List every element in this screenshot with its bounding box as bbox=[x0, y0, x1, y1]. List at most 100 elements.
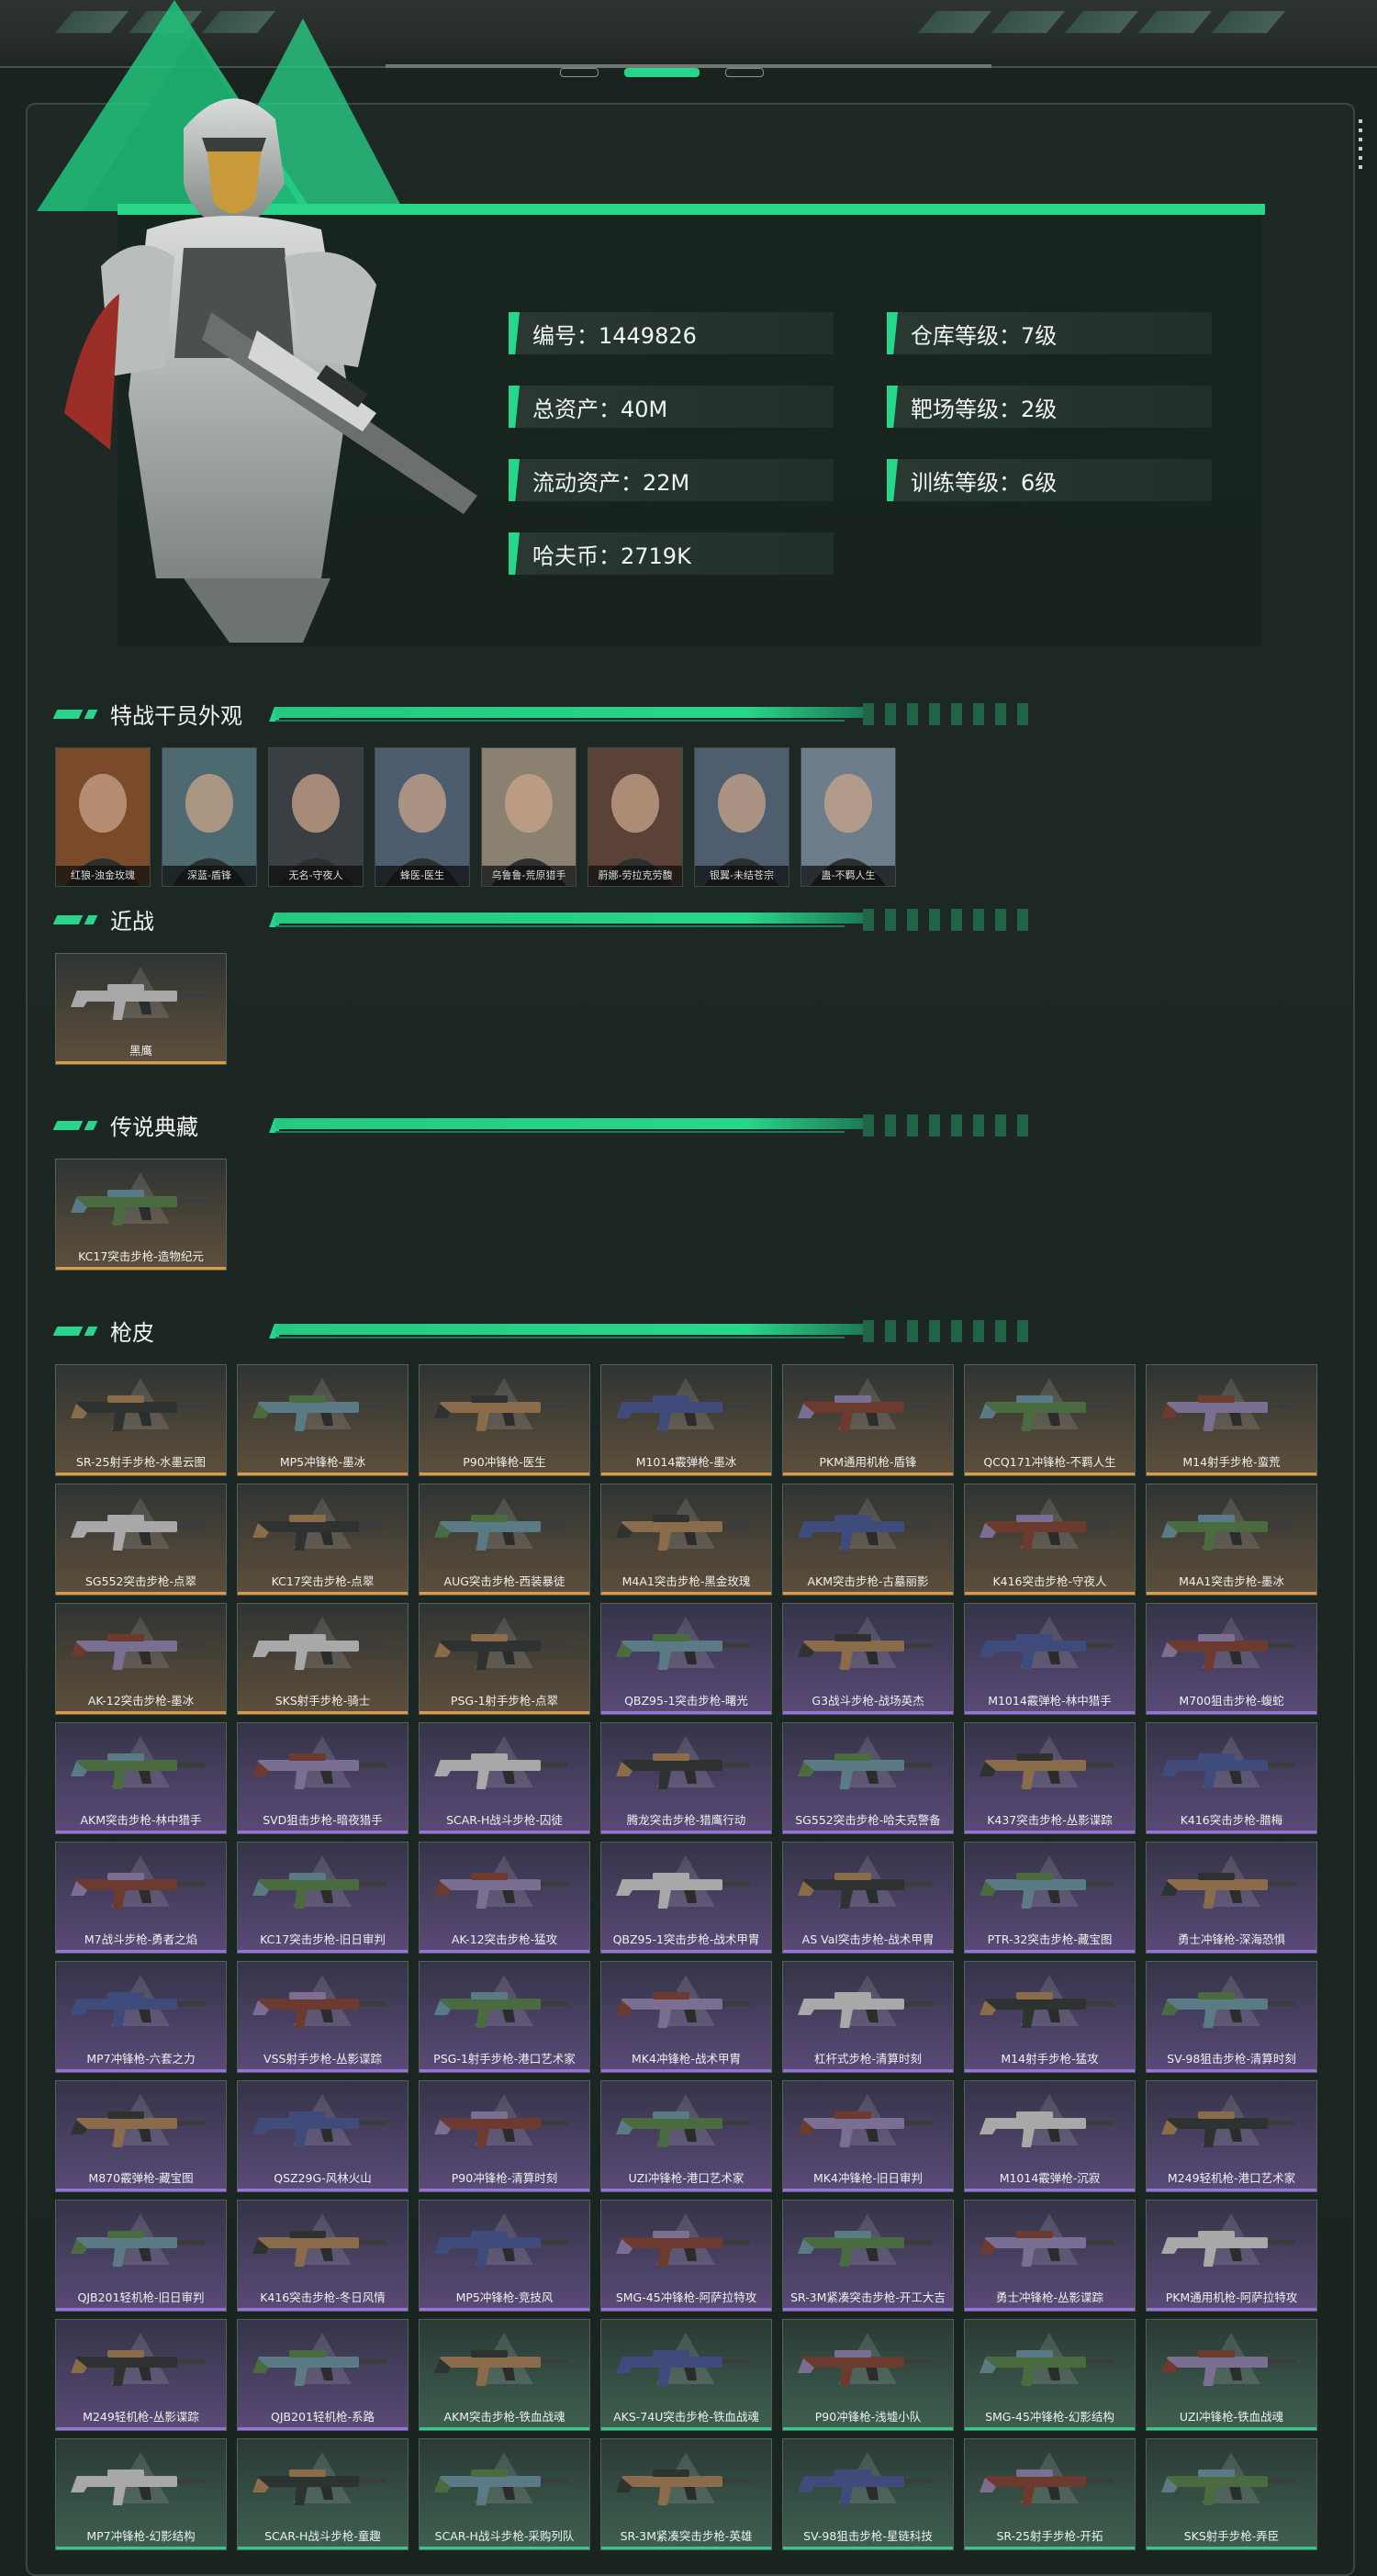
weapon-skin-card[interactable]: AS Val突击步枪-战术甲胄 bbox=[782, 1842, 954, 1954]
weapon-skin-card[interactable]: QSZ29G-风林火山 bbox=[237, 2080, 409, 2192]
weapon-skin-card[interactable]: SCAR-H战斗步枪-童趣 bbox=[237, 2438, 409, 2550]
weapon-skin-card[interactable]: SCAR-H战斗步枪-囚徒 bbox=[419, 1722, 590, 1834]
operator-skin-card[interactable]: 无名-守夜人 bbox=[268, 747, 364, 887]
weapon-skin-card[interactable]: KC17突击步枪-造物纪元 bbox=[55, 1159, 227, 1271]
weapon-skin-card[interactable]: SV-98狙击步枪-星链科技 bbox=[782, 2438, 954, 2550]
weapon-skin-card[interactable]: 杠杆式步枪-清算时刻 bbox=[782, 1961, 954, 2073]
operator-skin-card[interactable]: 深蓝-盾锋 bbox=[162, 747, 257, 887]
weapon-skin-card[interactable]: MP7冲锋枪-六套之力 bbox=[55, 1961, 227, 2073]
weapon-skin-card[interactable]: SKS射手步枪-骑士 bbox=[237, 1603, 409, 1715]
weapon-skin-card[interactable]: UZI冲锋枪-港口艺术家 bbox=[600, 2080, 772, 2192]
operator-skin-card[interactable]: 乌鲁鲁-荒原猎手 bbox=[481, 747, 577, 887]
weapon-skin-card[interactable]: SR-25射手步枪-开拓 bbox=[964, 2438, 1136, 2550]
weapon-skin-card[interactable]: AKM突击步枪-林中猎手 bbox=[55, 1722, 227, 1834]
weapon-skin-name: M14射手步枪-猛攻 bbox=[1001, 2052, 1099, 2066]
weapon-skin-card[interactable]: SCAR-H战斗步枪-采购列队 bbox=[419, 2438, 590, 2550]
weapon-skin-card[interactable]: MP5冲锋枪-竞技风 bbox=[419, 2200, 590, 2312]
weapon-skin-card[interactable]: PSG-1射手步枪-港口艺术家 bbox=[419, 1961, 590, 2073]
weapon-skin-card[interactable]: M700狙击步枪-蝮蛇 bbox=[1146, 1603, 1317, 1715]
weapon-skin-card[interactable]: UZI冲锋枪-铁血战魂 bbox=[1146, 2319, 1317, 2431]
weapon-skin-card[interactable]: SMG-45冲锋枪-阿萨拉特攻 bbox=[600, 2200, 772, 2312]
weapon-skin-card[interactable]: M249轻机枪-丛影谍踪 bbox=[55, 2319, 227, 2431]
weapon-skin-card[interactable]: MP7冲锋枪-幻影结构 bbox=[55, 2438, 227, 2550]
weapon-skin-card[interactable]: SG552突击步枪-哈夫克警备 bbox=[782, 1722, 954, 1834]
weapon-skin-card[interactable]: SR-25射手步枪-水墨云图 bbox=[55, 1364, 227, 1476]
weapon-skin-card[interactable]: 勇士冲锋枪-丛影谍踪 bbox=[964, 2200, 1136, 2312]
weapon-skin-card[interactable]: 腾龙突击步枪-猎鹰行动 bbox=[600, 1722, 772, 1834]
operator-skin-card[interactable]: 红狼-浊金玫瑰 bbox=[55, 747, 151, 887]
operator-skin-card[interactable]: 蔚娜-劳拉克劳馥 bbox=[588, 747, 683, 887]
weapon-skin-card[interactable]: SV-98狙击步枪-清算时刻 bbox=[1146, 1961, 1317, 2073]
weapon-skin-card[interactable]: 黑鹰 bbox=[55, 953, 227, 1065]
weapon-skin-name: QBZ95-1突击步枪-战术甲胄 bbox=[612, 1932, 760, 1946]
weapon-skin-card[interactable]: QJB201轻机枪-旧日审判 bbox=[55, 2200, 227, 2312]
operator-skin-name: 红狼-浊金玫瑰 bbox=[56, 866, 150, 886]
weapon-skin-card[interactable]: K416突击步枪-守夜人 bbox=[964, 1484, 1136, 1596]
weapon-icon bbox=[798, 1992, 932, 2028]
weapon-skin-card[interactable]: M7战斗步枪-勇者之焰 bbox=[55, 1842, 227, 1954]
weapon-skin-card[interactable]: AK-12突击步枪-墨冰 bbox=[55, 1603, 227, 1715]
weapon-skin-name: AKM突击步枪-古墓丽影 bbox=[807, 1574, 929, 1588]
weapon-skin-card[interactable]: QCQ171冲锋枪-不羁人生 bbox=[964, 1364, 1136, 1476]
weapon-skin-name: P90冲锋枪-清算时刻 bbox=[451, 2171, 558, 2185]
weapon-icon bbox=[1161, 1873, 1295, 1909]
weapon-skin-card[interactable]: PTR-32突击步枪-藏宝图 bbox=[964, 1842, 1136, 1954]
weapon-skin-card[interactable]: MK4冲锋枪-战术甲胄 bbox=[600, 1961, 772, 2073]
weapon-skin-card[interactable]: PSG-1射手步枪-点翠 bbox=[419, 1603, 590, 1715]
weapon-icon bbox=[252, 1515, 386, 1551]
weapon-skin-card[interactable]: KC17突击步枪-旧日审判 bbox=[237, 1842, 409, 1954]
operator-skin-card[interactable]: 银翼-未结苍宗 bbox=[694, 747, 789, 887]
weapon-skin-card[interactable]: M1014霰弹枪-墨冰 bbox=[600, 1364, 772, 1476]
weapon-skin-card[interactable]: QBZ95-1突击步枪-曙光 bbox=[600, 1603, 772, 1715]
weapon-skin-card[interactable]: P90冲锋枪-浅墟小队 bbox=[782, 2319, 954, 2431]
weapon-skin-card[interactable]: PKM通用机枪-阿萨拉特攻 bbox=[1146, 2200, 1317, 2312]
weapon-skin-card[interactable]: SMG-45冲锋枪-幻影结构 bbox=[964, 2319, 1136, 2431]
weapon-skin-card[interactable]: K437突击步枪-丛影谍踪 bbox=[964, 1722, 1136, 1834]
weapon-skin-card[interactable]: SR-3M紧凑突击步枪-英雄 bbox=[600, 2438, 772, 2550]
weapon-skin-card[interactable]: M870霰弹枪-藏宝图 bbox=[55, 2080, 227, 2192]
section-title-skins: 枪皮 bbox=[110, 1320, 154, 1346]
weapon-skin-card[interactable]: G3战斗步枪-战场英杰 bbox=[782, 1603, 954, 1715]
weapon-skin-card[interactable]: PKM通用机枪-盾锋 bbox=[782, 1364, 954, 1476]
operator-skin-name: 蜂医-医生 bbox=[375, 866, 469, 886]
weapon-skin-card[interactable]: M4A1突击步枪-黑金玫瑰 bbox=[600, 1484, 772, 1596]
weapon-skin-card[interactable]: M14射手步枪-猛攻 bbox=[964, 1961, 1136, 2073]
weapon-skin-card[interactable]: KC17突击步枪-点翠 bbox=[237, 1484, 409, 1596]
weapon-skin-card[interactable]: MP5冲锋枪-墨冰 bbox=[237, 1364, 409, 1476]
weapon-skin-card[interactable]: QJB201轻机枪-系路 bbox=[237, 2319, 409, 2431]
weapon-skin-card[interactable]: MK4冲锋枪-旧日审判 bbox=[782, 2080, 954, 2192]
weapon-skin-card[interactable]: M1014霰弹枪-林中猎手 bbox=[964, 1603, 1136, 1715]
weapon-skin-card[interactable]: AKS-74U突击步枪-铁血战魂 bbox=[600, 2319, 772, 2431]
weapon-skin-card[interactable]: SVD狙击步枪-暗夜猎手 bbox=[237, 1722, 409, 1834]
operator-skin-card[interactable]: 蜂医-医生 bbox=[375, 747, 470, 887]
weapon-skin-card[interactable]: QBZ95-1突击步枪-战术甲胄 bbox=[600, 1842, 772, 1954]
weapon-skin-card[interactable]: M4A1突击步枪-墨冰 bbox=[1146, 1484, 1317, 1596]
weapon-skin-card[interactable]: AKM突击步枪-古墓丽影 bbox=[782, 1484, 954, 1596]
panel-scroll-indicator[interactable] bbox=[1359, 119, 1364, 174]
weapon-skin-card[interactable]: M14射手步枪-蛮荒 bbox=[1146, 1364, 1317, 1476]
weapon-skin-name: M249轻机枪-丛影谍踪 bbox=[83, 2410, 199, 2424]
weapon-skin-card[interactable]: M249轻机枪-港口艺术家 bbox=[1146, 2080, 1317, 2192]
weapon-skin-card[interactable]: M1014霰弹枪-沉寂 bbox=[964, 2080, 1136, 2192]
weapon-icon bbox=[616, 1753, 750, 1789]
weapon-icon bbox=[71, 1873, 205, 1909]
weapon-skin-card[interactable]: P90冲锋枪-医生 bbox=[419, 1364, 590, 1476]
weapon-skin-card[interactable]: K416突击步枪-冬日风情 bbox=[237, 2200, 409, 2312]
weapon-skin-card[interactable]: AK-12突击步枪-猛攻 bbox=[419, 1842, 590, 1954]
weapon-skin-name: AKM突击步枪-林中猎手 bbox=[80, 1813, 202, 1827]
weapon-skin-card[interactable]: K416突击步枪-腊梅 bbox=[1146, 1722, 1317, 1834]
weapon-skin-card[interactable]: SG552突击步枪-点翠 bbox=[55, 1484, 227, 1596]
weapon-skin-card[interactable]: SKS射手步枪-弄臣 bbox=[1146, 2438, 1317, 2550]
weapon-icon bbox=[798, 1634, 932, 1670]
weapon-icon bbox=[616, 2231, 750, 2267]
stat-haf-coins: 哈夫币：2719K bbox=[509, 532, 834, 575]
weapon-skin-card[interactable]: SR-3M紧凑突击步枪-开工大吉 bbox=[782, 2200, 954, 2312]
weapon-skin-card[interactable]: AUG突击步枪-西装暴徒 bbox=[419, 1484, 590, 1596]
weapon-skin-card[interactable]: AKM突击步枪-铁血战魂 bbox=[419, 2319, 590, 2431]
weapon-skin-card[interactable]: 勇士冲锋枪-深海恐惧 bbox=[1146, 1842, 1317, 1954]
weapon-icon bbox=[980, 1515, 1114, 1551]
weapon-skin-name: SG552突击步枪-哈夫克警备 bbox=[795, 1813, 941, 1827]
operator-skin-card[interactable]: 蛊-不羁人生 bbox=[800, 747, 896, 887]
weapon-skin-card[interactable]: P90冲锋枪-清算时刻 bbox=[419, 2080, 590, 2192]
weapon-skin-card[interactable]: VSS射手步枪-丛影谍踪 bbox=[237, 1961, 409, 2073]
